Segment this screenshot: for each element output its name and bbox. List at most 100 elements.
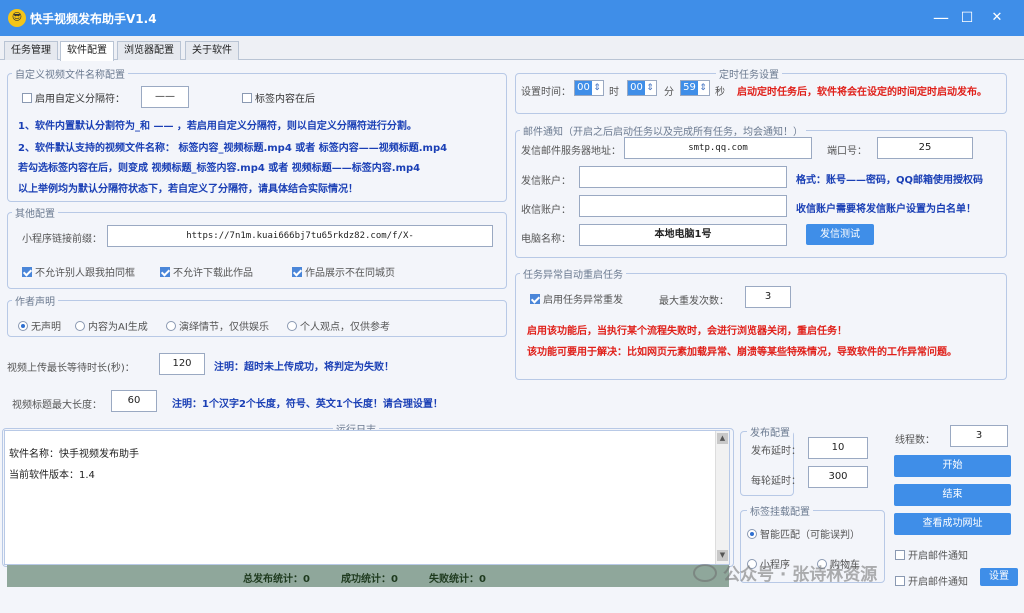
tab-task-manage[interactable]: 任务管理 [4,41,58,60]
fail-stat: 失败统计：0 [429,574,486,585]
checkbox-icon [22,267,32,277]
author-option-opinion[interactable]: 个人观点，仅供参考 [287,318,390,333]
title-length-input[interactable]: 60 [111,390,157,412]
restart-enable-checkbox[interactable]: 启用任务异常重发 [530,291,623,306]
success-stat: 成功统计：0 [341,574,398,585]
timer-second-spinner[interactable]: 59 ⇕ [680,80,710,96]
close-button[interactable]: ✕ [982,6,1012,30]
upload-wait-label: 视频上传最长等待时长(秒)： [7,363,135,374]
round-delay-input[interactable]: 300 [808,466,868,488]
tag-mount-legend: 标签挂载配置 [750,507,810,518]
app-logo-icon: 😎 [8,9,26,27]
checkbox-icon [242,93,252,103]
title-length-label: 视频标题最大长度： [12,400,102,411]
mail-notify-checkbox-2[interactable]: 开启邮件通知 [895,573,968,588]
tag-after-checkbox[interactable]: 标签内容在后 [242,90,315,105]
pc-name-input[interactable]: 本地电脑1号 [579,224,787,246]
upload-wait-input[interactable]: 120 [159,353,205,375]
restart-note-2: 该功能可要用于解决：比如网页元素加载异常、崩溃等某些特殊情况，导致软件的工作异常… [527,347,957,358]
radio-icon [166,321,176,331]
author-option-none[interactable]: 无声明 [18,318,61,333]
tab-browser-config[interactable]: 浏览器配置 [117,41,181,60]
title-bar: 😎 快手视频发布助手V1.4 — ☐ ✕ [0,0,1024,36]
no-follow-checkbox[interactable]: 不允许别人跟我拍同框 [22,264,135,279]
timer-legend: 定时任务设置 [719,70,779,81]
no-city-checkbox[interactable]: 作品展示不在同城页 [292,264,395,279]
separator-input[interactable]: —— [141,86,189,108]
restart-legend: 任务异常自动重启任务 [523,270,623,281]
restart-note-1: 启用该功能后，当执行某个流程失败时，会进行浏览器关闭，重启任务！ [527,326,847,337]
round-delay-label: 每轮延时： [751,476,801,487]
spinner-arrows-icon: ⇕ [593,83,601,93]
filename-config-legend: 自定义视频文件名称配置 [15,70,125,81]
total-stat: 总发布统计：0 [243,574,310,585]
checkbox-icon [895,550,905,560]
checkbox-icon [530,294,540,304]
stop-button[interactable]: 结束 [894,484,1011,506]
scroll-up-icon[interactable]: ▲ [717,433,728,444]
receiver-input[interactable] [579,195,787,217]
window-title: 快手视频发布助手V1.4 [30,12,157,26]
author-declare-legend: 作者声明 [15,297,55,308]
mail-server-label: 发信邮件服务器地址： [521,146,621,157]
checkbox-icon [292,267,302,277]
log-textarea[interactable]: 软件名称：快手视频发布助手 当前软件版本：1.4 ▲ ▼ [4,430,730,565]
mail-notify-checkbox[interactable]: 开启邮件通知 [895,547,968,562]
log-scrollbar[interactable]: ▲ ▼ [715,431,729,564]
filename-rule-line-1: 1、软件内置默认分割符为_和 —— ，若启用自定义分隔符，则以自定义分隔符进行分… [18,121,417,132]
timer-note: 启动定时任务后，软件将会在设定的时间定时启动发布。 [737,87,987,98]
filename-rule-line-2: 2、软件默认支持的视频文件名称： 标签内容_视频标题.mp4 或者 标签内容——… [18,143,448,154]
enable-separator-checkbox[interactable]: 启用自定义分隔符： [22,90,125,105]
timer-hour-spinner[interactable]: 00 ⇕ [574,80,604,96]
timer-minute-spinner[interactable]: 00 ⇕ [627,80,657,96]
filename-rule-line-3: 若勾选标签内容在后，则变成 视频标题_标签内容.mp4 或者 视频标题——标签内… [18,163,421,174]
tag-smart-radio[interactable]: 智能匹配（可能误判） [747,526,860,541]
spinner-arrows-icon: ⇕ [699,83,707,93]
publish-delay-input[interactable]: 10 [808,437,868,459]
mini-link-input[interactable]: https://7n1m.kuai666bj7tu65rkdz82.com/f/… [107,225,493,247]
timer-minute-unit: 分 [664,87,674,98]
threads-label: 线程数： [895,435,935,446]
radio-icon [18,321,28,331]
maximize-button[interactable]: ☐ [952,6,982,30]
wechat-icon [693,564,717,582]
title-length-note: 注明：1个汉字2个长度，符号、英文1个长度！请合理设置！ [172,399,443,410]
mail-test-button[interactable]: 发信测试 [806,224,874,245]
log-line: 软件名称：快手视频发布助手 [9,449,139,460]
radio-icon [287,321,297,331]
tab-software-config[interactable]: 软件配置 [60,41,114,61]
publish-delay-label: 发布延时： [751,446,801,457]
pc-name-label: 电脑名称： [521,234,571,245]
restart-max-input[interactable]: 3 [745,286,791,308]
radio-icon [75,321,85,331]
receiver-label: 收信账户： [521,205,571,216]
start-button[interactable]: 开始 [894,455,1011,477]
receiver-note: 收信账户需要将发信账户设置为白名单！ [796,204,976,215]
publish-config-legend: 发布配置 [750,428,790,439]
view-success-button[interactable]: 查看成功网址 [894,513,1011,535]
sender-label: 发信账户： [521,176,571,187]
radio-icon [747,529,757,539]
checkbox-icon [22,93,32,103]
no-download-checkbox[interactable]: 不允许下载此作品 [160,264,253,279]
filename-rule-line-4: 以上举例均为默认分隔符状态下，若自定义了分隔符，请具体结合实际情况！ [18,184,358,195]
restart-max-label: 最大重发次数： [659,296,729,307]
tab-bar: 任务管理 软件配置 浏览器配置 关于软件 [0,36,1024,61]
mini-link-label: 小程序链接前缀： [22,234,102,245]
watermark: 公众号 · 张诗林资源 [693,560,877,585]
author-option-drama[interactable]: 演绎情节，仅供娱乐 [166,318,269,333]
mail-server-input[interactable]: smtp.qq.com [624,137,812,159]
settings-button[interactable]: 设置 [980,568,1018,586]
sender-note: 格式：账号——密码，QQ邮箱使用授权码 [796,175,984,186]
stats-bar: 总发布统计：0 成功统计：0 失败统计：0 [7,565,729,587]
other-config-legend: 其他配置 [15,209,55,220]
port-label: 端口号： [827,146,867,157]
port-input[interactable]: 25 [877,137,973,159]
threads-input[interactable]: 3 [950,425,1008,447]
author-option-ai[interactable]: 内容为AI生成 [75,318,148,333]
upload-wait-note: 注明：超时未上传成功，将判定为失败！ [214,362,394,373]
tab-about[interactable]: 关于软件 [185,41,239,60]
timer-label: 设置时间： [521,87,571,98]
sender-input[interactable] [579,166,787,188]
checkbox-icon [160,267,170,277]
